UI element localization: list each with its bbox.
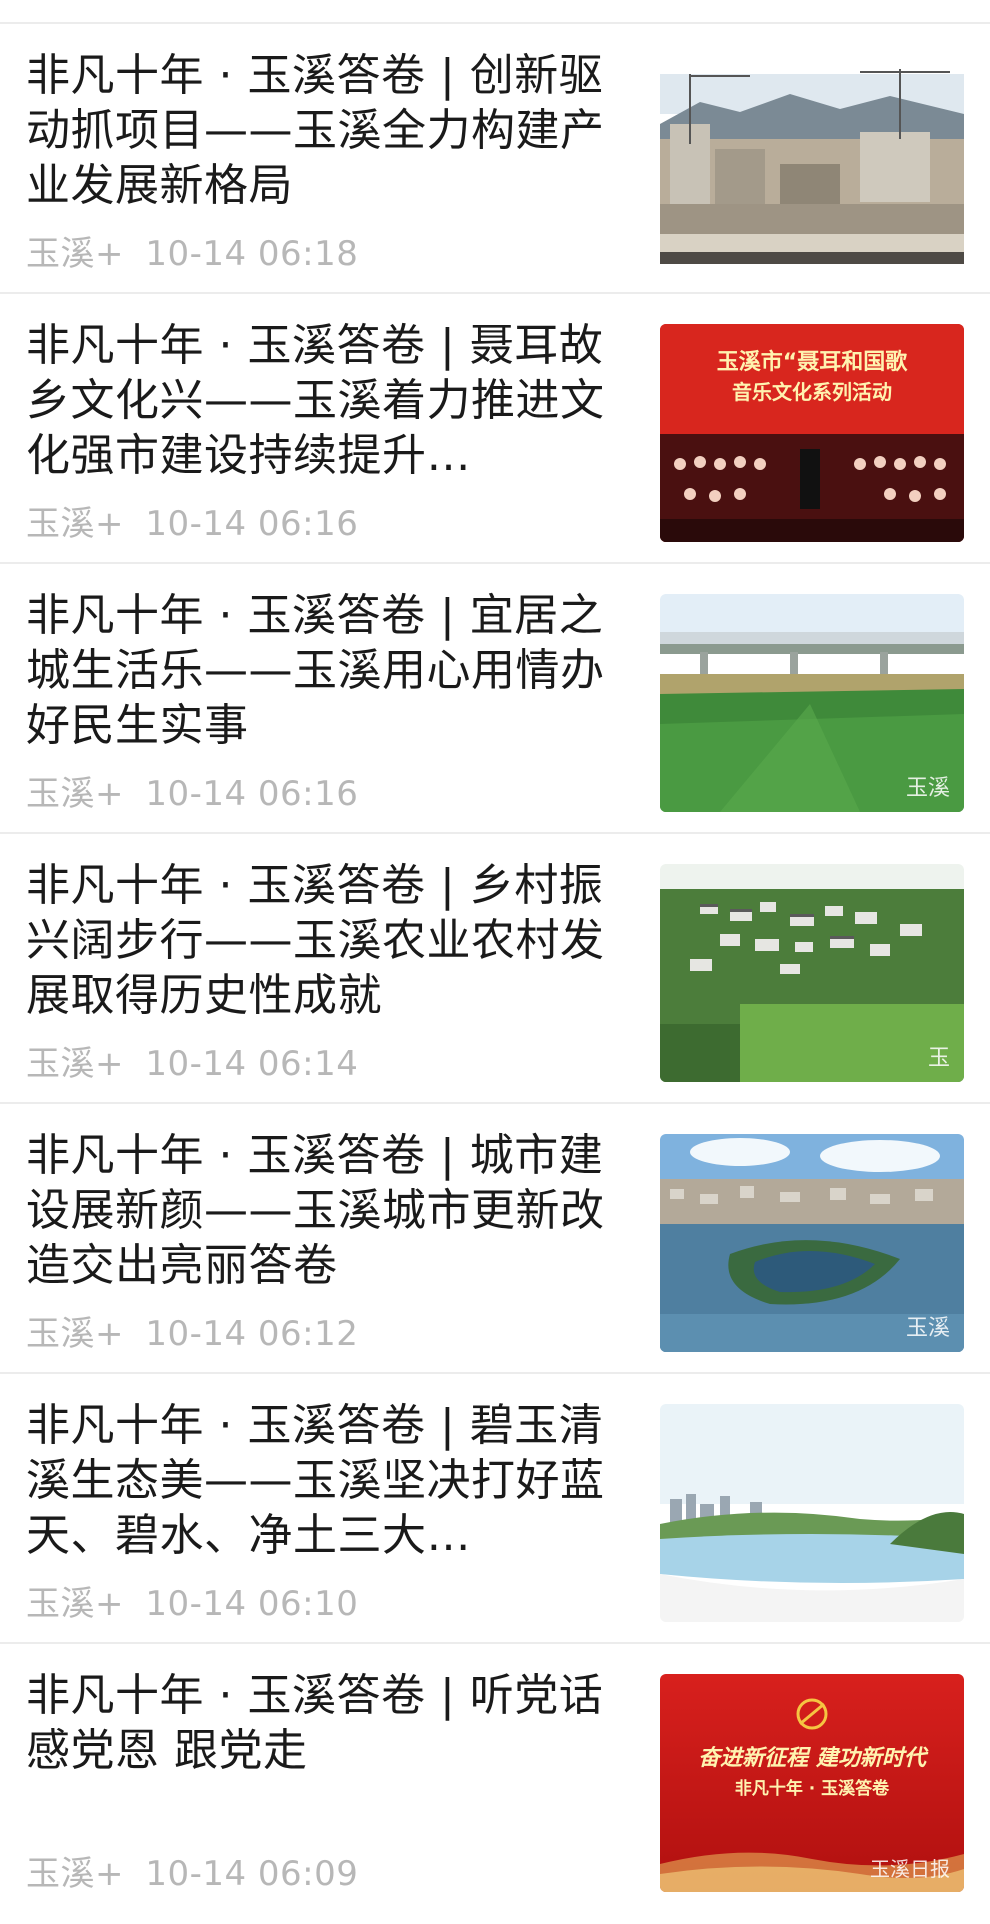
thumb-watermark: 玉: [927, 1046, 950, 1071]
article-time: 10-14 06:14: [145, 1044, 359, 1084]
article-source: 玉溪+: [26, 504, 124, 544]
article-meta: 玉溪+ 10-14 06:18: [26, 226, 358, 275]
construction-site-photo: [660, 54, 964, 272]
article-thumbnail[interactable]: 玉溪: [660, 1134, 964, 1352]
article-meta: 玉溪+ 10-14 06:12: [26, 1306, 358, 1355]
thumb-caption: 非凡十年 · 玉溪答卷: [734, 1779, 890, 1799]
top-divider: [0, 0, 990, 24]
thumb-caption: 音乐文化系列活动: [732, 380, 892, 404]
river-landscape-painting: [660, 1404, 964, 1622]
article-thumbnail[interactable]: [660, 1404, 964, 1622]
article-time: 10-14 06:16: [145, 774, 359, 814]
article-title[interactable]: 非凡十年 · 玉溪答卷 | 乡村振兴阔步行——玉溪农业农村发展取得历史性成就: [26, 858, 626, 1023]
thumb-watermark: 玉溪: [905, 1316, 950, 1341]
article-meta: 玉溪+ 10-14 06:16: [26, 766, 358, 815]
article-title[interactable]: 非凡十年 · 玉溪答卷 | 聂耳故乡文化兴——玉溪着力推进文化强市建设持续提升…: [26, 318, 626, 483]
article-meta: 玉溪+ 10-14 06:09: [26, 1846, 358, 1895]
article-title[interactable]: 非凡十年 · 玉溪答卷 | 听党话 感党恩 跟党走: [26, 1668, 626, 1778]
article-thumbnail[interactable]: 玉溪: [660, 594, 964, 812]
article-title[interactable]: 非凡十年 · 玉溪答卷 | 碧玉清溪生态美——玉溪坚决打好蓝天、碧水、净土三大…: [26, 1398, 626, 1563]
news-feed: 非凡十年 · 玉溪答卷 | 创新驱动抓项目——玉溪全力构建产业发展新格局 玉溪+…: [0, 24, 990, 1924]
village-aerial-photo: [660, 864, 964, 1082]
article-title[interactable]: 非凡十年 · 玉溪答卷 | 创新驱动抓项目——玉溪全力构建产业发展新格局: [26, 48, 626, 213]
thumb-watermark: 玉溪日报: [870, 1857, 950, 1881]
article-source: 玉溪+: [26, 234, 124, 274]
article-thumbnail[interactable]: [660, 54, 964, 272]
article-thumbnail[interactable]: 玉: [660, 864, 964, 1082]
article-thumbnail[interactable]: 玉溪市“聂耳和国歌 音乐文化系列活动: [660, 324, 964, 542]
article-source: 玉溪+: [26, 774, 124, 814]
list-item[interactable]: 非凡十年 · 玉溪答卷 | 碧玉清溪生态美——玉溪坚决打好蓝天、碧水、净土三大……: [0, 1374, 990, 1644]
article-meta: 玉溪+ 10-14 06:10: [26, 1576, 358, 1625]
thumb-watermark: 玉溪: [905, 776, 950, 801]
article-source: 玉溪+: [26, 1314, 124, 1354]
list-item[interactable]: 非凡十年 · 玉溪答卷 | 创新驱动抓项目——玉溪全力构建产业发展新格局 玉溪+…: [0, 24, 990, 294]
article-time: 10-14 06:16: [145, 504, 359, 544]
list-item[interactable]: 非凡十年 · 玉溪答卷 | 城市建设展新颜——玉溪城市更新改造交出亮丽答卷 玉溪…: [0, 1104, 990, 1374]
article-thumbnail[interactable]: 奋进新征程 建功新时代 非凡十年 · 玉溪答卷 玉溪日报: [660, 1674, 964, 1892]
article-title[interactable]: 非凡十年 · 玉溪答卷 | 城市建设展新颜——玉溪城市更新改造交出亮丽答卷: [26, 1128, 626, 1293]
list-item[interactable]: 非凡十年 · 玉溪答卷 | 乡村振兴阔步行——玉溪农业农村发展取得历史性成就 玉…: [0, 834, 990, 1104]
thumb-caption: 玉溪市“聂耳和国歌: [716, 350, 908, 375]
article-source: 玉溪+: [26, 1584, 124, 1624]
article-time: 10-14 06:12: [145, 1314, 359, 1354]
article-meta: 玉溪+ 10-14 06:16: [26, 496, 358, 545]
list-item[interactable]: 非凡十年 · 玉溪答卷 | 听党话 感党恩 跟党走 玉溪+ 10-14 06:0…: [0, 1644, 990, 1924]
article-source: 玉溪+: [26, 1854, 124, 1894]
article-time: 10-14 06:18: [145, 234, 359, 274]
article-meta: 玉溪+ 10-14 06:14: [26, 1036, 358, 1085]
article-time: 10-14 06:10: [145, 1584, 359, 1624]
article-title[interactable]: 非凡十年 · 玉溪答卷 | 宜居之城生活乐——玉溪用心用情办好民生实事: [26, 588, 626, 753]
list-item[interactable]: 非凡十年 · 玉溪答卷 | 聂耳故乡文化兴——玉溪着力推进文化强市建设持续提升……: [0, 294, 990, 564]
list-item[interactable]: 非凡十年 · 玉溪答卷 | 宜居之城生活乐——玉溪用心用情办好民生实事 玉溪+ …: [0, 564, 990, 834]
article-time: 10-14 06:09: [145, 1854, 359, 1894]
article-source: 玉溪+: [26, 1044, 124, 1084]
thumb-caption: 奋进新征程 建功新时代: [698, 1746, 926, 1771]
